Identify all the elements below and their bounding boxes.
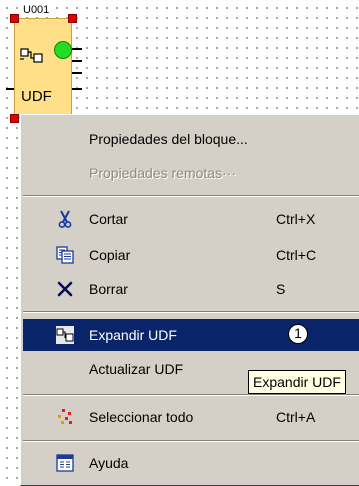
menu-item-label: Copiar (89, 247, 131, 263)
menu-item-remote-properties: Propiedades remotas··· (23, 157, 359, 189)
menu-item-label: Borrar (89, 281, 128, 297)
menu-separator (23, 195, 359, 197)
copy-icon (56, 246, 74, 264)
delete-x-icon (57, 281, 73, 297)
shortcut-label: Ctrl+C (276, 247, 317, 263)
menu-separator (23, 440, 359, 442)
output-pin (72, 72, 82, 74)
menu-item-label: Ayuda (89, 455, 129, 471)
menu-item-label: Expandir UDF (89, 327, 177, 343)
menu-separator (23, 394, 359, 396)
shortcut-label: S (276, 281, 286, 297)
step-number-badge: 1 (288, 324, 308, 344)
select-all-icon (58, 409, 72, 424)
udf-block[interactable]: U001 UDF (0, 0, 100, 130)
resize-handle-bottom-left[interactable] (10, 114, 19, 123)
output-pin (72, 88, 82, 90)
output-pin (72, 48, 82, 50)
context-menu: Propiedades del bloque... Propiedades re… (20, 114, 359, 486)
status-indicator (54, 41, 72, 59)
menu-item-copy[interactable]: Copiar Ctrl+C (23, 239, 359, 271)
menu-item-label: Seleccionar todo (89, 409, 194, 425)
udf-block-icon (20, 48, 43, 63)
menu-item-label: Cortar (89, 211, 128, 227)
output-pin (72, 60, 82, 62)
help-icon (56, 454, 74, 472)
menu-item-delete[interactable]: Borrar S (23, 273, 359, 305)
tooltip: Expandir UDF (248, 370, 346, 394)
resize-handle-top-right[interactable] (68, 14, 77, 23)
menu-separator (23, 311, 359, 313)
menu-item-block-properties[interactable]: Propiedades del bloque... (23, 123, 359, 155)
expand-udf-icon (56, 326, 74, 344)
menu-item-label: Propiedades del bloque... (89, 131, 248, 147)
scissors-icon (58, 210, 72, 228)
shortcut-label: Ctrl+A (276, 409, 316, 425)
resize-handle-top-left[interactable] (10, 14, 19, 23)
menu-item-select-all[interactable]: Seleccionar todo Ctrl+A (23, 401, 359, 433)
menu-item-cut[interactable]: Cortar Ctrl+X (23, 203, 359, 235)
shortcut-label: Ctrl+X (276, 211, 316, 227)
menu-item-label: Propiedades remotas··· (89, 165, 237, 181)
input-pin (6, 88, 14, 90)
menu-item-label: Actualizar UDF (89, 361, 184, 377)
menu-item-help[interactable]: Ayuda (23, 447, 359, 479)
menu-item-expand-udf[interactable]: Expandir UDF 1 (23, 319, 359, 351)
block-id-label: U001 (22, 4, 51, 16)
block-type-label: UDF (21, 88, 52, 105)
